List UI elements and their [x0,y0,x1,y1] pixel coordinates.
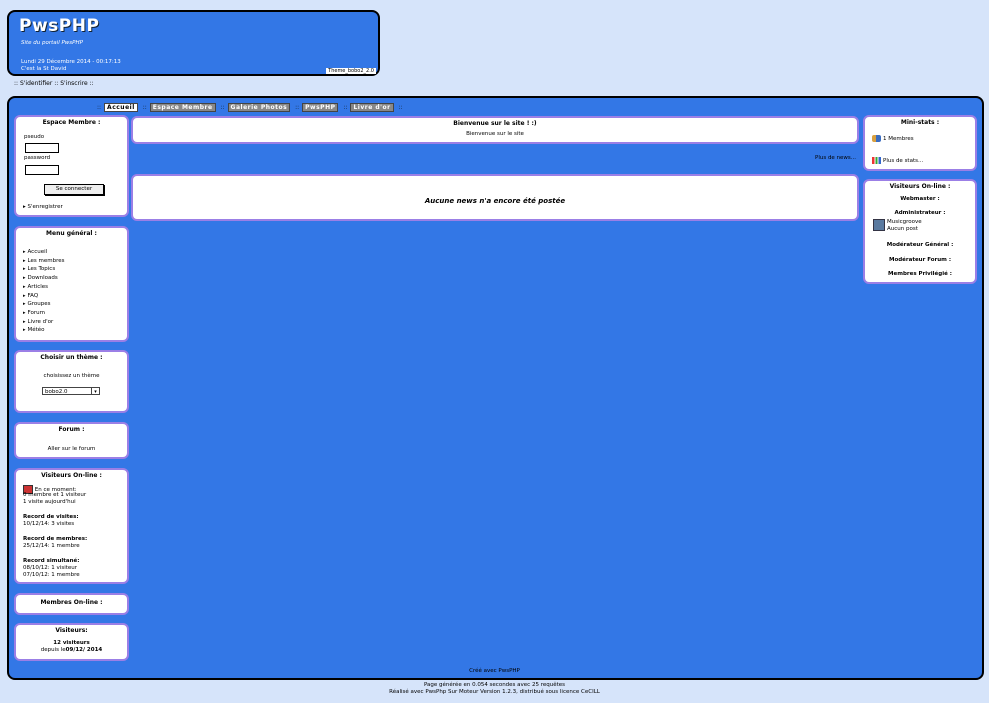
forum-box-title: Forum : [58,426,85,433]
news-box: Aucune news n'a encore été postée [131,174,859,221]
admin-label: Administrateur : [894,210,946,216]
tab-pwsphp[interactable]: PwsPHP [302,103,339,112]
login-link[interactable]: :: S'identifier :: [14,80,58,87]
visitors-count-box: Visiteurs: 12 visiteurs depuis le09/12/ … [14,623,129,661]
site-title[interactable]: PwsPHP [19,16,99,36]
record-members-label: Record de membres: [23,536,88,542]
visitors-now-counts: 0 membre et 1 visiteur [23,492,87,498]
menu-item-livre-dor[interactable]: Livre d'or [23,318,64,327]
tab-livre-dor[interactable]: Livre d'or [350,103,394,112]
admin-user[interactable]: Musicgroove [887,219,922,226]
tab-espace-membre[interactable]: Espace Membre [149,103,216,112]
admin-avatar[interactable] [873,219,885,231]
theme-prompt: choisissez un thème [43,373,100,379]
forum-mod-label: Modérateur Forum : [888,257,952,263]
login-button[interactable]: Se connecter [44,184,104,195]
current-date: Lundi 29 Décembre 2014 - 00:17:13 [21,59,121,65]
forum-link[interactable]: Aller sur le forum [16,446,127,452]
mini-stats-more[interactable]: Plus de stats... [872,157,923,165]
mini-stats-box: Mini-stats : 1 Membres Plus de stats... [863,115,977,171]
admin-post: Aucun post [887,226,918,232]
welcome-box: Bienvenue sur le site ! :) Bienvenue sur… [131,116,859,144]
general-mod-label: Modérateur Général : [886,242,954,248]
record-sim-label: Record simultané: [23,558,80,564]
visitors-since: depuis le09/12/ 2014 [40,647,103,653]
menu-item-accueil[interactable]: Accueil [23,248,64,257]
chart-icon [872,157,881,164]
member-space-box: Espace Membre : pseudo password Se conne… [14,115,129,217]
visitors-online-box: Visiteurs On-line : En ce moment: 0 memb… [14,468,129,584]
privileged-label: Membres Privilégié : [888,271,952,277]
menu-item-meteo[interactable]: Météo [23,326,64,335]
theme-chooser-title: Choisir un thème : [40,354,103,361]
theme-select-value: bobo2.0 [45,389,68,395]
created-with: Créé avec PwsPHP [469,668,520,674]
site-header: PwsPHP Site du portail PwsPHP Lundi 29 D… [7,10,380,76]
visitors-count-title: Visiteurs: [55,627,88,634]
visitors-online-title: Visiteurs On-line : [41,472,102,479]
register-link-label: S'enregistrer [27,204,63,210]
members-online-title: Membres On-line : [40,599,103,606]
menu-item-forum[interactable]: Forum [23,309,64,318]
password-label: password [24,155,51,161]
menu-item-topics[interactable]: Les Topics [23,265,64,274]
welcome-title: Bienvenue sur le site ! :) [453,120,537,127]
tab-accueil[interactable]: Accueil [104,103,138,112]
mini-stats-title: Mini-stats : [900,119,940,126]
menu-item-groupes[interactable]: Groupes [23,300,64,309]
top-navigation: :: Accueil :: Espace Membre :: Galerie Phot… [97,103,403,112]
record-sim-1: 08/10/12: 1 visiteur [23,565,78,571]
auth-links: :: S'identifier :: S'inscrire :: [14,80,94,87]
news-empty-message: Aucune news n'a encore été postée [424,197,566,205]
welcome-text: Bienvenue sur le site [466,131,524,137]
general-menu-title: Menu général : [46,230,97,237]
forum-box: Forum : Aller sur le forum [14,422,129,459]
members-online-box: Membres On-line : [14,593,129,615]
register-link[interactable]: S'inscrire :: [60,80,93,87]
theme-select[interactable]: bobo2.0 ▾ [42,387,100,395]
members-icon [872,135,881,142]
register-link-box[interactable]: ▸ S'enregistrer [23,204,63,210]
theme-chooser-box: Choisir un thème : choisissez un thème b… [14,350,129,413]
record-members: 25/12/14: 1 membre [23,543,80,549]
visitors-count: 12 visiteurs [53,640,90,646]
record-visits: 10/12/14: 3 visites [23,521,75,527]
tab-galerie-photos[interactable]: Galerie Photos [227,103,291,112]
pseudo-input[interactable] [25,143,59,153]
site-subtitle: Site du portail PwsPHP [21,40,83,46]
menu-item-articles[interactable]: Articles [23,283,64,292]
webmaster-label: Webmaster : [900,196,940,202]
record-sim-2: 07/10/12: 1 membre [23,572,80,578]
member-space-title: Espace Membre : [42,119,101,126]
record-visits-label: Record de visites: [23,514,79,520]
chevron-down-icon: ▾ [91,388,99,395]
avatar-icon [873,219,885,231]
general-menu-list: Accueil Les membres Les Topics Downloads… [23,248,65,335]
credits: Réalisé avec PwsPhp Sur Moteur Version 1… [389,689,600,695]
general-menu-box: Menu général : Accueil Les membres Les T… [14,226,129,342]
saint-of-day: C'est la St David [21,66,67,72]
staff-online-box: Visiteurs On-line : Webmaster : Administ… [863,179,977,284]
pseudo-label: pseudo [24,134,45,140]
theme-label: Theme_bobo2_2.0 [326,68,376,74]
menu-item-downloads[interactable]: Downloads [23,274,64,283]
menu-item-faq[interactable]: FAQ [23,292,64,301]
staff-online-title: Visiteurs On-line : [889,183,951,190]
more-news-link[interactable]: Plus de news... [815,155,856,161]
generation-info: Page générée en 0.054 secondes avec 25 r… [423,682,565,688]
menu-item-membres[interactable]: Les membres [23,257,65,266]
password-input[interactable] [25,165,59,175]
mini-stats-members: 1 Membres [872,135,914,143]
visitors-today: 1 visite aujourd'hui [23,499,76,505]
